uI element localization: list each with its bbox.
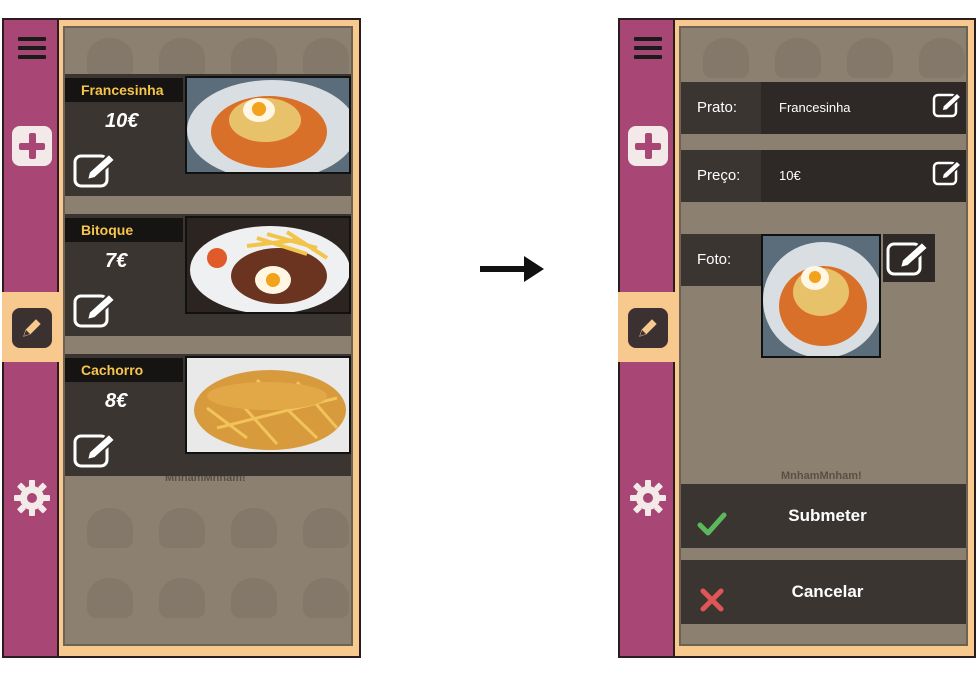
hamburger-menu-icon[interactable] — [628, 28, 668, 68]
dish-card-francesinha[interactable]: Francesinha 10€ — [65, 74, 351, 196]
submit-label: Submeter — [788, 506, 867, 525]
hamburger-menu-icon[interactable] — [12, 28, 52, 68]
dish-photo — [185, 216, 351, 314]
close-icon — [697, 578, 727, 612]
cancel-label: Cancelar — [791, 582, 864, 601]
edit-dish-icon[interactable] — [73, 290, 121, 330]
sidebar — [2, 20, 61, 656]
add-dish-button[interactable] — [12, 126, 52, 166]
edit-preco-icon[interactable] — [932, 158, 966, 186]
pencil-icon — [628, 308, 668, 348]
dish-photo — [185, 76, 351, 174]
edit-tab-button[interactable] — [628, 308, 668, 348]
prato-row: Prato: Francesinha — [681, 82, 966, 134]
edit-dish-icon[interactable] — [73, 430, 121, 470]
check-icon — [697, 502, 727, 536]
dish-photo — [185, 356, 351, 454]
dish-price: 10€ — [105, 110, 139, 132]
transition-arrow-icon — [480, 256, 544, 286]
dish-name: Cachorro — [65, 358, 183, 382]
submit-button[interactable]: Submeter — [681, 484, 966, 548]
edit-form: MnhamMnham! Prato: Francesinha Preço: 10… — [679, 26, 968, 646]
preco-label: Preço: — [697, 167, 741, 184]
dish-list: MnhamMnham! Francesinha 10€ Bitoque 7€ C… — [63, 26, 353, 646]
sidebar — [618, 20, 677, 656]
gear-icon[interactable] — [628, 478, 668, 518]
preco-row: Preço: 10€ — [681, 150, 966, 202]
foto-preview[interactable] — [761, 234, 881, 358]
main-content: MnhamMnham! Francesinha 10€ Bitoque 7€ C… — [61, 20, 359, 656]
edit-tab-button[interactable] — [12, 308, 52, 348]
dish-name: Bitoque — [65, 218, 183, 242]
dish-name: Francesinha — [65, 78, 183, 102]
watermark-text: MnhamMnham! — [781, 470, 862, 482]
main-content: MnhamMnham! Prato: Francesinha Preço: 10… — [677, 20, 974, 656]
menu-list-screen: MnhamMnham! Francesinha 10€ Bitoque 7€ C… — [2, 18, 361, 658]
dish-price: 8€ — [105, 390, 128, 412]
cancel-button[interactable]: Cancelar — [681, 560, 966, 624]
plus-icon — [19, 133, 45, 159]
gear-icon[interactable] — [12, 478, 52, 518]
dish-price: 7€ — [105, 250, 128, 272]
edit-foto-icon[interactable] — [883, 234, 935, 282]
prato-label: Prato: — [697, 99, 738, 116]
dish-card-bitoque[interactable]: Bitoque 7€ — [65, 214, 351, 336]
add-dish-button[interactable] — [628, 126, 668, 166]
pencil-icon — [12, 308, 52, 348]
edit-prato-icon[interactable] — [932, 90, 966, 118]
edit-dish-screen: MnhamMnham! Prato: Francesinha Preço: 10… — [618, 18, 976, 658]
plus-icon — [635, 133, 661, 159]
edit-dish-icon[interactable] — [73, 150, 121, 190]
foto-label: Foto: — [681, 234, 761, 286]
dish-card-cachorro[interactable]: Cachorro 8€ — [65, 354, 351, 476]
